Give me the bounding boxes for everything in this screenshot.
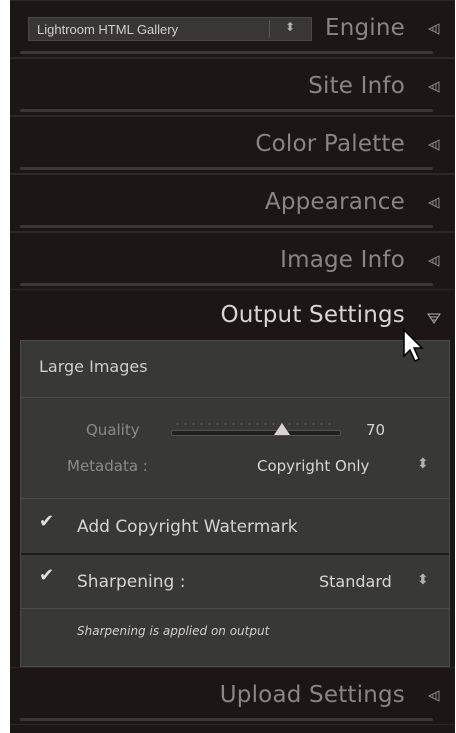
panel-title-engine: Engine bbox=[324, 15, 405, 41]
up-down-arrows-icon: ⬍ bbox=[417, 456, 429, 472]
sharpening-label: Sharpening : bbox=[77, 572, 186, 592]
panel-title-upload-settings: Upload Settings bbox=[219, 682, 405, 708]
divider bbox=[21, 608, 449, 609]
panel-title-site-info: Site Info bbox=[308, 73, 405, 99]
divider bbox=[21, 397, 449, 398]
quality-slider[interactable] bbox=[171, 430, 341, 436]
quality-slider-thumb[interactable] bbox=[274, 423, 290, 435]
triangle-down-icon[interactable] bbox=[427, 312, 441, 324]
sharpening-checkbox[interactable]: ✔ bbox=[39, 565, 54, 586]
triangle-left-icon[interactable] bbox=[427, 23, 441, 35]
up-down-arrows-icon: ⬍ bbox=[417, 572, 429, 588]
triangle-left-icon[interactable] bbox=[427, 197, 441, 209]
quality-label: Quality bbox=[86, 421, 140, 439]
metadata-label: Metadata : bbox=[67, 457, 148, 475]
output-settings-content: Large Images Quality 70 Metadata : Copyr… bbox=[20, 340, 450, 667]
panel-appearance[interactable]: Appearance bbox=[10, 174, 455, 232]
panel-output-settings[interactable]: Output Settings bbox=[10, 290, 455, 340]
triangle-left-icon[interactable] bbox=[427, 81, 441, 93]
slider-ticks bbox=[177, 423, 337, 425]
panel-engine[interactable]: Lightroom HTML Gallery ⬍ Engine bbox=[10, 0, 455, 58]
metadata-value: Copyright Only bbox=[257, 457, 370, 475]
panel-image-info[interactable]: Image Info bbox=[10, 232, 455, 290]
up-down-arrows-icon: ⬍ bbox=[284, 20, 295, 34]
divider bbox=[21, 553, 449, 555]
right-panel-group: Lightroom HTML Gallery ⬍ Engine Site Inf… bbox=[10, 0, 455, 733]
sharpening-value: Standard bbox=[319, 572, 392, 591]
watermark-checkbox[interactable]: ✔ bbox=[39, 511, 54, 532]
engine-dropdown[interactable]: Lightroom HTML Gallery ⬍ bbox=[28, 17, 312, 41]
panel-title-image-info: Image Info bbox=[280, 247, 405, 273]
section-title-large-images: Large Images bbox=[39, 357, 148, 376]
panel-title-color-palette: Color Palette bbox=[255, 131, 405, 157]
panel-title-appearance: Appearance bbox=[264, 189, 405, 215]
panel-upload-settings[interactable]: Upload Settings bbox=[10, 667, 455, 725]
sharpening-note: Sharpening is applied on output bbox=[77, 624, 270, 638]
watermark-label: Add Copyright Watermark bbox=[77, 517, 298, 537]
divider bbox=[21, 498, 449, 499]
engine-dropdown-value: Lightroom HTML Gallery bbox=[37, 22, 179, 37]
quality-value: 70 bbox=[366, 421, 386, 439]
panel-site-info[interactable]: Site Info bbox=[10, 58, 455, 116]
mouse-pointer-icon bbox=[403, 328, 424, 363]
panel-title-output-settings: Output Settings bbox=[220, 302, 405, 328]
triangle-left-icon[interactable] bbox=[427, 255, 441, 267]
dropdown-divider bbox=[269, 20, 270, 38]
panel-color-palette[interactable]: Color Palette bbox=[10, 116, 455, 174]
triangle-left-icon[interactable] bbox=[427, 139, 441, 151]
triangle-left-icon[interactable] bbox=[427, 690, 441, 702]
